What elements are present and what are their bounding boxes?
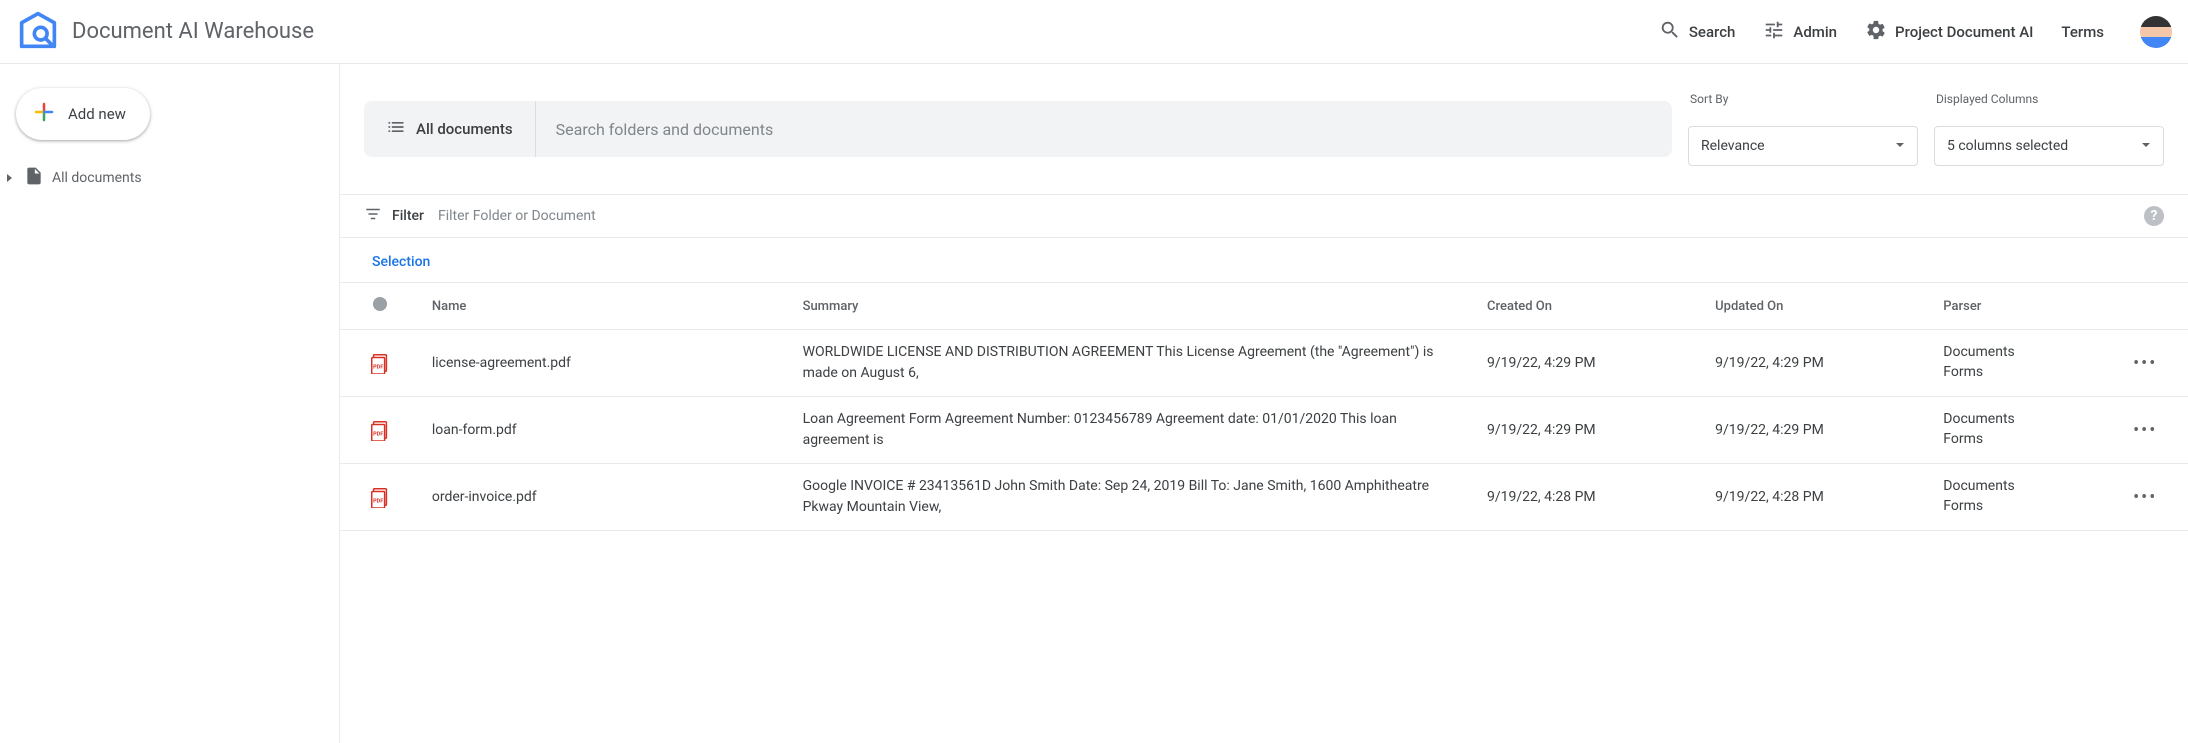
table-header-row: Name Summary Created On Updated On Parse… [340, 283, 2188, 330]
header-name[interactable]: Name [420, 283, 791, 330]
search-label: Search [1689, 23, 1736, 41]
row-summary: WORLDWIDE LICENSE AND DISTRIBUTION AGREE… [803, 342, 1463, 384]
app-header: Document AI Warehouse Search Admin Proje… [0, 0, 2188, 64]
row-summary-cell: Google INVOICE # 23413561D John Smith Da… [791, 464, 1475, 531]
app-title: Document AI Warehouse [72, 19, 314, 44]
svg-text:PDF: PDF [373, 432, 383, 438]
row-name: loan-form.pdf [432, 422, 517, 438]
pdf-icon: PDF [369, 486, 391, 508]
admin-action[interactable]: Admin [1763, 19, 1837, 45]
more-icon[interactable]: ••• [2133, 487, 2157, 508]
sort-by-value: Relevance [1701, 138, 1765, 154]
filter-bar: Filter ? [340, 194, 2188, 238]
header-updated[interactable]: Updated On [1703, 283, 1931, 330]
project-label: Project Document AI [1895, 23, 2033, 41]
sort-by-field: Sort By Relevance [1688, 92, 1918, 166]
terms-label: Terms [2061, 23, 2104, 41]
header-summary[interactable]: Summary [791, 283, 1475, 330]
controls-row: All documents Sort By Relevance Displaye… [340, 64, 2188, 194]
row-pdf-icon-cell: PDF [340, 464, 420, 531]
columns-field: Displayed Columns 5 columns selected [1934, 92, 2164, 166]
documents-table: Name Summary Created On Updated On Parse… [340, 282, 2188, 531]
row-name: order-invoice.pdf [432, 489, 537, 505]
warehouse-logo-icon [16, 10, 60, 54]
row-name-cell: loan-form.pdf [420, 397, 791, 464]
search-input[interactable] [536, 101, 1672, 157]
filter-input[interactable] [438, 208, 2130, 224]
filter-icon [364, 205, 382, 227]
search-icon [1659, 19, 1681, 45]
row-parser: Documents Forms [1931, 464, 2102, 531]
tab-selection[interactable]: Selection [372, 254, 430, 282]
plus-icon [32, 100, 56, 128]
row-name-cell: license-agreement.pdf [420, 330, 791, 397]
tabs: Selection [340, 238, 2188, 282]
header-actions: Search Admin Project Document AI Terms [1659, 16, 2172, 48]
sidebar: Add new All documents [0, 64, 340, 743]
app-logo: Document AI Warehouse [16, 10, 314, 54]
row-summary-cell: Loan Agreement Form Agreement Number: 01… [791, 397, 1475, 464]
search-action[interactable]: Search [1659, 19, 1736, 45]
terms-link[interactable]: Terms [2061, 23, 2104, 41]
row-updated: 9/19/22, 4:28 PM [1703, 464, 1931, 531]
document-icon [24, 166, 44, 190]
row-summary-cell: WORLDWIDE LICENSE AND DISTRIBUTION AGREE… [791, 330, 1475, 397]
sort-by-select[interactable]: Relevance [1688, 126, 1918, 166]
header-parser[interactable]: Parser [1931, 283, 2102, 330]
sidebar-item-all-documents[interactable]: All documents [0, 160, 339, 196]
more-icon[interactable]: ••• [2133, 353, 2157, 374]
sort-by-label: Sort By [1688, 92, 1918, 106]
scope-chip-label: All documents [416, 120, 513, 138]
search-group: All documents [364, 101, 1672, 157]
chevron-down-icon [2141, 138, 2151, 154]
row-parser: Documents Forms [1931, 330, 2102, 397]
chevron-right-icon [4, 172, 16, 184]
filter-label-group: Filter [364, 205, 424, 227]
tune-icon [1763, 19, 1785, 45]
table-row[interactable]: PDF order-invoice.pdf Google INVOICE # 2… [340, 464, 2188, 531]
circle-icon [373, 297, 387, 311]
row-summary: Google INVOICE # 23413561D John Smith Da… [803, 476, 1463, 518]
row-updated: 9/19/22, 4:29 PM [1703, 397, 1931, 464]
row-actions: ••• [2102, 464, 2188, 531]
row-name: license-agreement.pdf [432, 355, 571, 371]
row-created: 9/19/22, 4:29 PM [1475, 397, 1703, 464]
row-pdf-icon-cell: PDF [340, 397, 420, 464]
gear-icon [1865, 19, 1887, 45]
header-actions [2102, 283, 2188, 330]
columns-label: Displayed Columns [1934, 92, 2164, 106]
admin-label: Admin [1793, 23, 1837, 41]
pdf-icon: PDF [369, 419, 391, 441]
row-summary: Loan Agreement Form Agreement Number: 01… [803, 409, 1463, 451]
scope-chip[interactable]: All documents [364, 101, 536, 157]
row-name-cell: order-invoice.pdf [420, 464, 791, 531]
row-actions: ••• [2102, 397, 2188, 464]
row-pdf-icon-cell: PDF [340, 330, 420, 397]
avatar[interactable] [2140, 16, 2172, 48]
sidebar-item-label: All documents [52, 170, 142, 186]
row-parser: Documents Forms [1931, 397, 2102, 464]
columns-value: 5 columns selected [1947, 138, 2068, 154]
columns-select[interactable]: 5 columns selected [1934, 126, 2164, 166]
row-created: 9/19/22, 4:28 PM [1475, 464, 1703, 531]
header-select-all[interactable] [340, 283, 420, 330]
project-action[interactable]: Project Document AI [1865, 19, 2033, 45]
table-row[interactable]: PDF license-agreement.pdf WORLDWIDE LICE… [340, 330, 2188, 397]
table-row[interactable]: PDF loan-form.pdf Loan Agreement Form Ag… [340, 397, 2188, 464]
add-new-button[interactable]: Add new [16, 88, 150, 140]
header-created[interactable]: Created On [1475, 283, 1703, 330]
pdf-icon: PDF [369, 352, 391, 374]
help-icon[interactable]: ? [2144, 206, 2164, 226]
add-new-label: Add new [68, 105, 126, 123]
svg-text:PDF: PDF [373, 365, 383, 371]
filter-label: Filter [392, 208, 424, 224]
more-icon[interactable]: ••• [2133, 420, 2157, 441]
row-updated: 9/19/22, 4:29 PM [1703, 330, 1931, 397]
chevron-down-icon [1895, 138, 1905, 154]
row-actions: ••• [2102, 330, 2188, 397]
row-created: 9/19/22, 4:29 PM [1475, 330, 1703, 397]
list-icon [386, 117, 406, 141]
svg-text:PDF: PDF [373, 499, 383, 505]
main-content: All documents Sort By Relevance Displaye… [340, 64, 2188, 743]
